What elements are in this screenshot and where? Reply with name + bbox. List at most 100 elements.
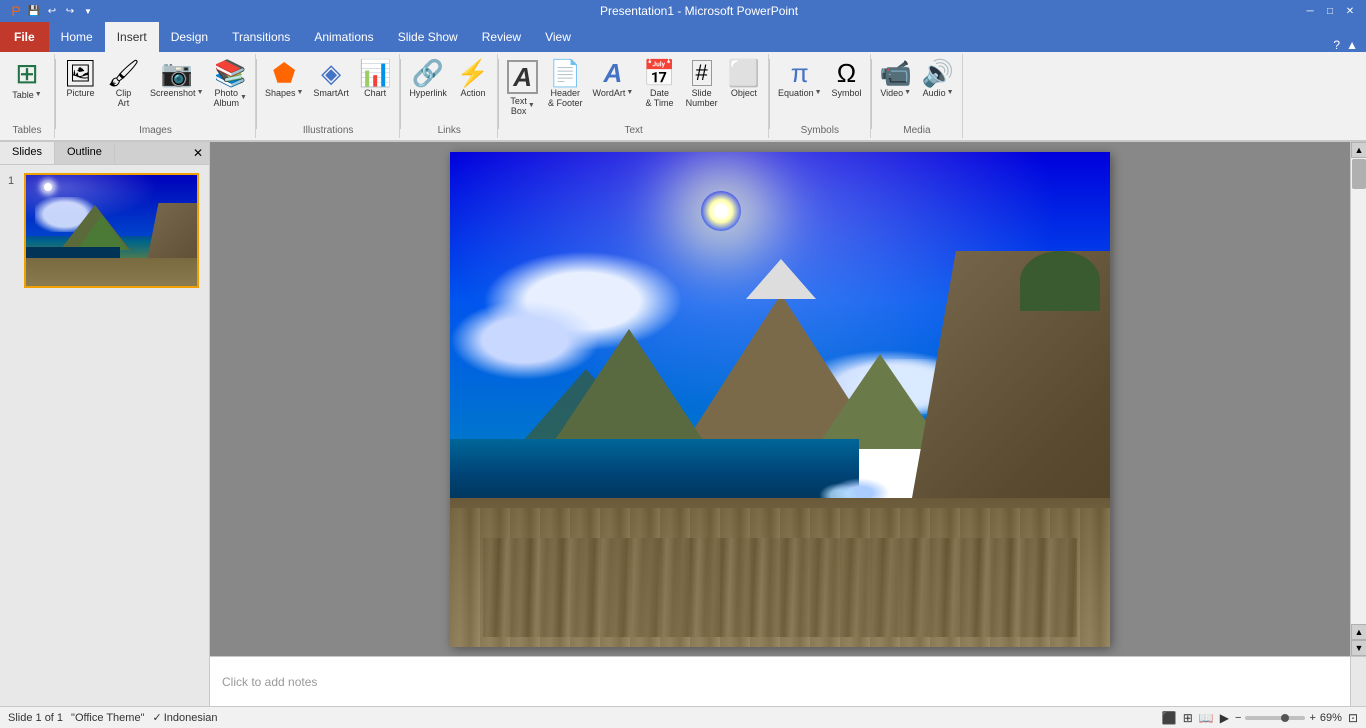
ribbon-tabs: File Home Insert Design Transitions Anim…: [0, 22, 1366, 52]
reading-view-icon[interactable]: 📖: [1199, 711, 1214, 725]
hyperlink-button[interactable]: 🔗 Hyperlink: [405, 58, 451, 100]
datetime-icon: 📅: [643, 60, 675, 86]
zoom-in-button[interactable]: +: [1309, 712, 1315, 724]
tab-transitions[interactable]: Transitions: [220, 22, 302, 52]
images-buttons: 🖼 Picture 🖌 ClipArt 📷 Screenshot ▼ 📚 Pho…: [60, 56, 251, 136]
media-buttons: 📹 Video ▼ 🔊 Audio ▼: [876, 56, 959, 136]
fit-window-button[interactable]: ⊡: [1348, 711, 1358, 725]
save-icon[interactable]: 💾: [26, 3, 42, 19]
panel-tab-outline[interactable]: Outline: [55, 142, 115, 164]
normal-view-icon[interactable]: ⬛: [1162, 711, 1177, 725]
language-indicator[interactable]: ✓ Indonesian: [152, 711, 217, 724]
scroll-up-button[interactable]: ▲: [1351, 142, 1366, 158]
undo-icon[interactable]: ↩: [44, 3, 60, 19]
maximize-button[interactable]: □: [1322, 4, 1338, 18]
title-bar: P 💾 ↩ ↪ ▼ Presentation1 - Microsoft Powe…: [0, 0, 1366, 22]
tab-file[interactable]: File: [0, 22, 49, 52]
symbol-icon: Ω: [837, 60, 856, 86]
tab-animations[interactable]: Animations: [302, 22, 385, 52]
links-buttons: 🔗 Hyperlink ⚡ Action: [405, 56, 493, 136]
equation-icon: π: [791, 60, 809, 86]
scroll-track[interactable]: [1351, 158, 1366, 624]
slideshow-icon[interactable]: ▶: [1220, 711, 1229, 725]
ribbon-content: ⊞ Table ▼ Tables 🖼 Picture 🖌 ClipArt 📷: [0, 52, 1366, 142]
ribbon-group-media: 📹 Video ▼ 🔊 Audio ▼ Media: [872, 54, 964, 138]
screenshot-button[interactable]: 📷 Screenshot ▼: [146, 58, 207, 100]
slide-thumbnail-image[interactable]: [24, 173, 199, 288]
symbol-button[interactable]: Ω Symbol: [828, 58, 866, 100]
chart-icon: 📊: [359, 60, 391, 86]
clipart-label: ClipArt: [116, 88, 132, 108]
photoalbum-button[interactable]: 📚 PhotoAlbum ▼: [210, 58, 251, 110]
chart-button[interactable]: 📊 Chart: [355, 58, 395, 100]
notes-scrollbar: [1350, 656, 1366, 706]
text-buttons: A TextBox ▼ 📄 Header& Footer A WordArt ▼…: [503, 56, 764, 136]
quick-access-toolbar[interactable]: P 💾 ↩ ↪ ▼: [8, 3, 96, 19]
headerfooter-icon: 📄: [549, 60, 581, 86]
tab-design[interactable]: Design: [159, 22, 220, 52]
textbox-button[interactable]: A TextBox ▼: [503, 58, 542, 118]
zoom-slider[interactable]: [1245, 716, 1305, 720]
notes-area[interactable]: Click to add notes: [210, 656, 1350, 706]
audio-button[interactable]: 🔊 Audio ▼: [918, 58, 958, 100]
close-button[interactable]: ✕: [1342, 4, 1358, 18]
tab-insert[interactable]: Insert: [105, 22, 159, 52]
wordart-button[interactable]: A WordArt ▼: [589, 58, 638, 100]
textbox-icon: A: [507, 60, 538, 94]
ribbon-group-images: 🖼 Picture 🖌 ClipArt 📷 Screenshot ▼ 📚 Pho…: [56, 54, 256, 138]
action-icon: ⚡: [457, 60, 489, 86]
scroll-down-button-1[interactable]: ▲: [1351, 624, 1366, 640]
smartart-button[interactable]: ◈ SmartArt: [309, 58, 353, 100]
redo-icon[interactable]: ↪: [62, 3, 78, 19]
slide-canvas-wrap[interactable]: [210, 142, 1350, 656]
equation-button[interactable]: π Equation ▼: [774, 58, 825, 100]
zoom-area: − + 69%: [1235, 712, 1342, 724]
canvas-area: ▲ ▲ ▼ Click to add notes: [210, 142, 1366, 706]
text-group-label: Text: [499, 125, 768, 136]
slide-count: Slide 1 of 1: [8, 712, 63, 724]
minimize-button[interactable]: ─: [1302, 4, 1318, 18]
smartart-icon: ◈: [321, 60, 341, 86]
shapes-button[interactable]: ⬟ Shapes ▼: [261, 58, 307, 100]
chart-label: Chart: [364, 88, 386, 98]
vertical-scrollbar[interactable]: ▲ ▲ ▼: [1350, 142, 1366, 656]
picture-button[interactable]: 🖼 Picture: [60, 58, 101, 100]
zoom-level: 69%: [1320, 712, 1342, 724]
quick-access-dropdown-icon[interactable]: ▼: [80, 3, 96, 19]
datetime-button[interactable]: 📅 Date& Time: [639, 58, 679, 110]
tab-home[interactable]: Home: [49, 22, 105, 52]
scroll-thumb[interactable]: [1352, 159, 1366, 189]
cliff-vegetation: [1020, 251, 1100, 311]
wordart-label: WordArt: [593, 88, 626, 98]
tables-group-label: Tables: [0, 125, 54, 136]
scroll-down-button-2[interactable]: ▼: [1351, 640, 1366, 656]
slidenumber-button[interactable]: # SlideNumber: [682, 58, 722, 110]
help-collapse-icon[interactable]: ?: [1333, 38, 1340, 52]
tab-review[interactable]: Review: [470, 22, 533, 52]
theme-name: "Office Theme": [71, 712, 144, 724]
object-button[interactable]: ⬜ Object: [724, 58, 764, 100]
photoalbum-label: PhotoAlbum: [214, 88, 240, 108]
illustrations-buttons: ⬟ Shapes ▼ ◈ SmartArt 📊 Chart: [261, 56, 395, 136]
panel-tab-slides[interactable]: Slides: [0, 142, 55, 164]
table-button[interactable]: ⊞ Table ▼: [4, 58, 50, 102]
video-button[interactable]: 📹 Video ▼: [876, 58, 916, 100]
tab-view[interactable]: View: [533, 22, 583, 52]
ribbon-collapse-icon[interactable]: ▲: [1346, 38, 1358, 52]
language-name: Indonesian: [164, 712, 218, 724]
tab-slideshow[interactable]: Slide Show: [386, 22, 470, 52]
action-button[interactable]: ⚡ Action: [453, 58, 493, 100]
shapes-label: Shapes: [265, 88, 296, 98]
window-controls[interactable]: ─ □ ✕: [1302, 4, 1358, 18]
slide-canvas[interactable]: [450, 152, 1110, 647]
screenshot-icon: 📷: [161, 60, 193, 86]
headerfooter-button[interactable]: 📄 Header& Footer: [544, 58, 587, 110]
ppt-logo-icon: P: [8, 3, 24, 19]
zoom-out-button[interactable]: −: [1235, 712, 1241, 724]
clipart-button[interactable]: 🖌 ClipArt: [103, 58, 144, 110]
ribbon-group-symbols: π Equation ▼ Ω Symbol Symbols: [770, 54, 870, 138]
photoalbum-icon: 📚: [214, 60, 246, 86]
slide-sorter-icon[interactable]: ⊞: [1183, 711, 1193, 725]
links-group-label: Links: [401, 125, 497, 136]
panel-close-button[interactable]: ✕: [187, 142, 209, 164]
